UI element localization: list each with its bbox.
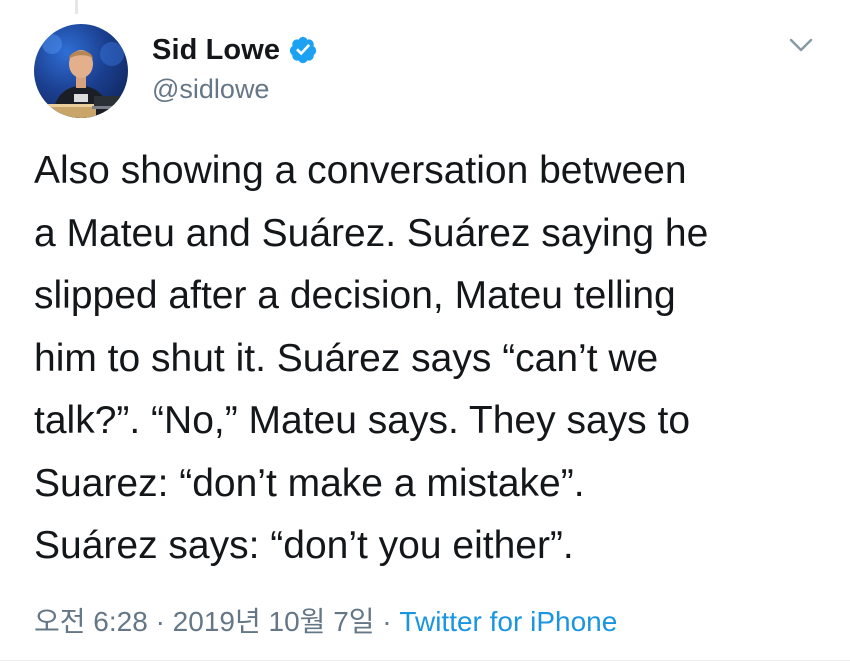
tweet-timestamp[interactable]: 오전 6:28 · 2019년 10월 7일 [34, 606, 375, 637]
divider [0, 660, 850, 661]
author-name-row[interactable]: Sid Lowe [152, 30, 318, 70]
tweet-source-link[interactable]: Twitter for iPhone [399, 606, 617, 637]
display-name[interactable]: Sid Lowe [152, 34, 280, 67]
thread-connector [75, 0, 78, 14]
chevron-down-icon[interactable] [785, 32, 817, 58]
tweet-text: Also showing a conversation between a Ma… [34, 149, 709, 567]
meta-separator: · [374, 606, 400, 637]
author-handle[interactable]: @sidlowe [152, 74, 269, 105]
avatar-image [34, 34, 124, 118]
avatar[interactable] [34, 24, 128, 118]
tweet-meta: 오전 6:28 · 2019년 10월 7일 · Twitter for iPh… [34, 600, 617, 640]
verified-badge-icon [288, 35, 318, 65]
